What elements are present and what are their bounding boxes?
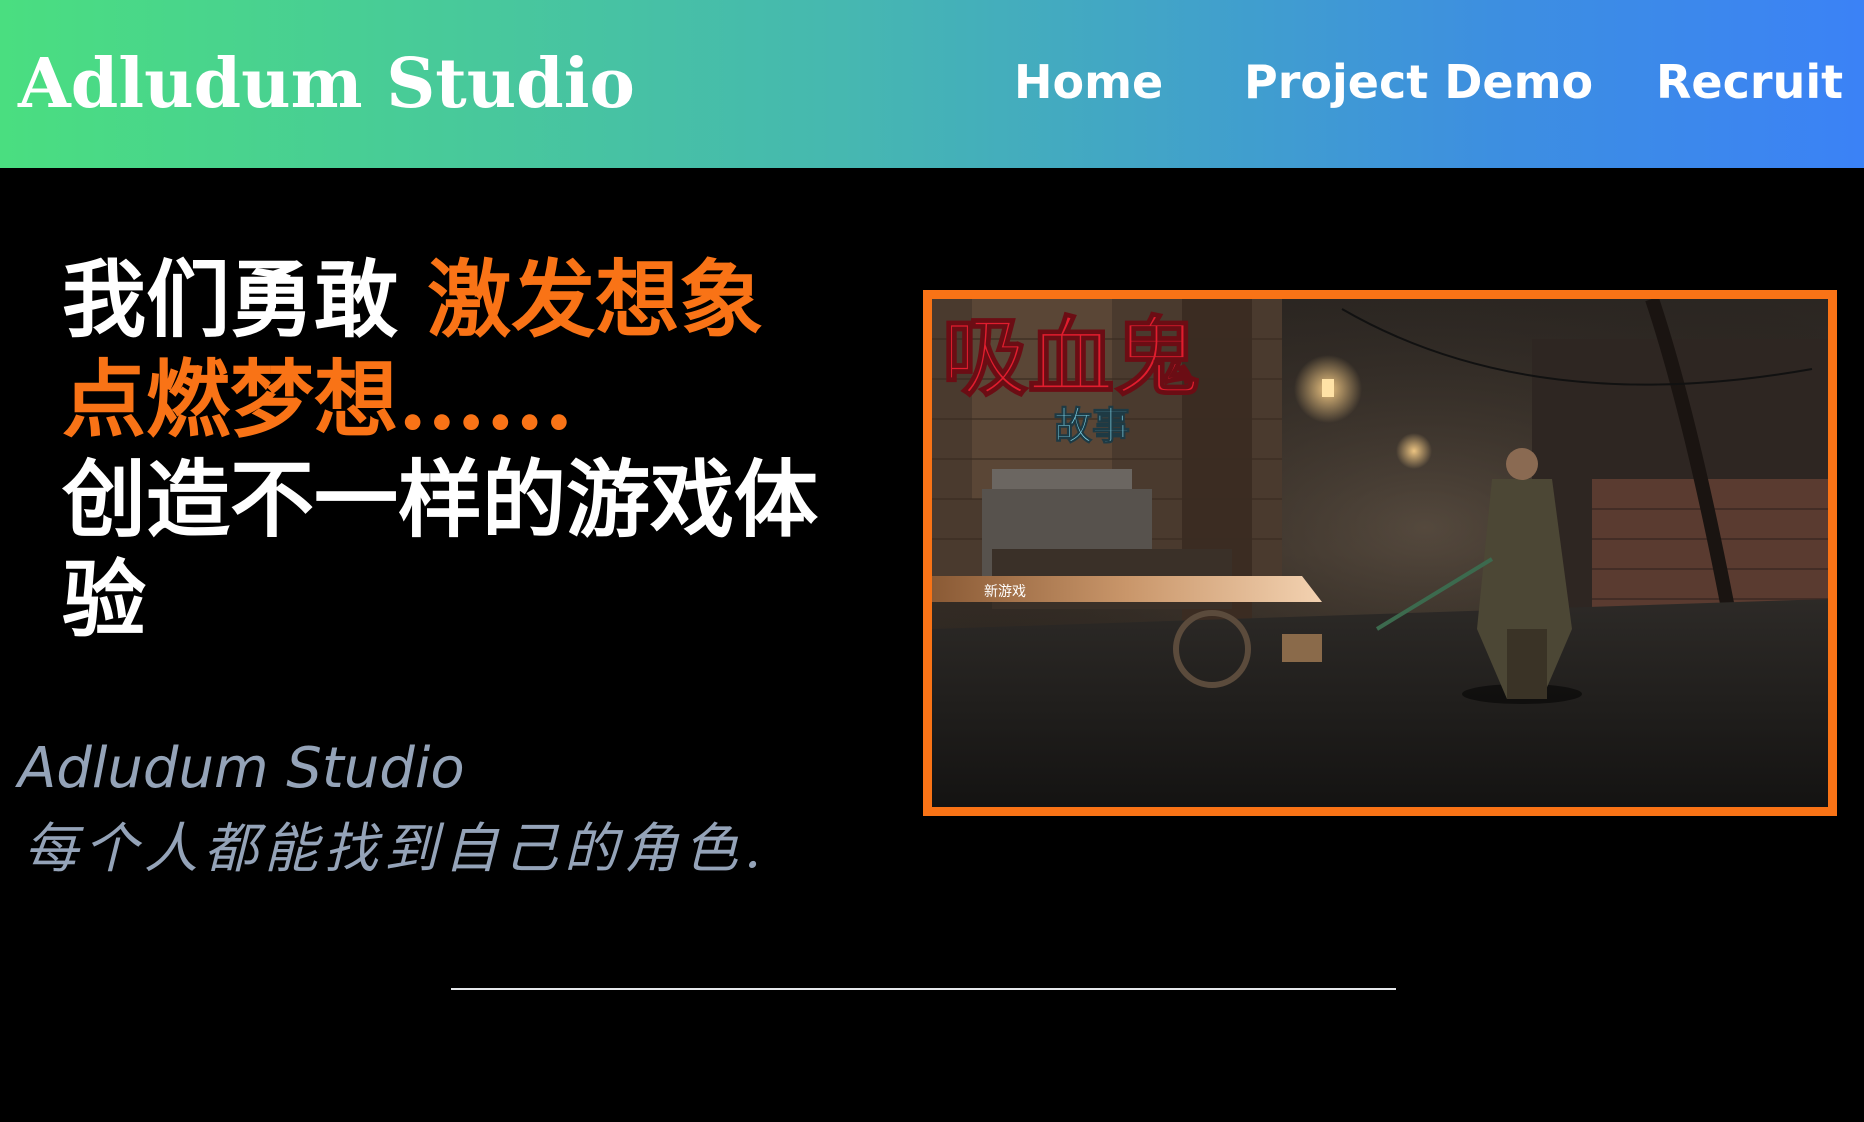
nav-project-demo-link[interactable]: Project Demo — [1244, 50, 1593, 114]
distant-lamp-glow — [1396, 433, 1432, 469]
game-showcase-screenshot: 吸血鬼 故事 新游戏 — [923, 290, 1837, 816]
studio-tagline: 每个人都能找到自己的角色. — [24, 817, 768, 880]
game-title-text: 吸血鬼 — [942, 307, 1200, 408]
new-game-menu-label[interactable]: 新游戏 — [984, 584, 1026, 600]
game-scene-illustration: 吸血鬼 故事 新游戏 — [932, 299, 1828, 807]
hero-headline-line-1: 我们勇敢 激发想象 — [62, 250, 763, 350]
hero-headline-line-4: 验 — [62, 550, 147, 649]
nav-recruit-link[interactable]: Recruit — [1656, 50, 1843, 114]
hero-text-accent: 激发想象 — [427, 250, 764, 349]
game-subtitle-text: 故事 — [1054, 403, 1130, 448]
hero-text-white: 我们勇敢 — [62, 250, 428, 349]
brand-logo-text[interactable]: Adludum Studio — [18, 36, 635, 132]
top-navbar: Adludum Studio Home Project Demo Recruit — [0, 0, 1864, 168]
nav-home-link[interactable]: Home — [1014, 50, 1163, 114]
studio-name-subtitle: Adludum Studio — [18, 736, 465, 801]
hero-headline-line-2: 点燃梦想...... — [62, 350, 574, 449]
section-divider — [451, 988, 1396, 990]
cobblestone-street — [932, 599, 1828, 807]
hero-headline-line-3: 创造不一样的游戏体 — [62, 450, 819, 549]
street-lamp — [1322, 379, 1334, 397]
